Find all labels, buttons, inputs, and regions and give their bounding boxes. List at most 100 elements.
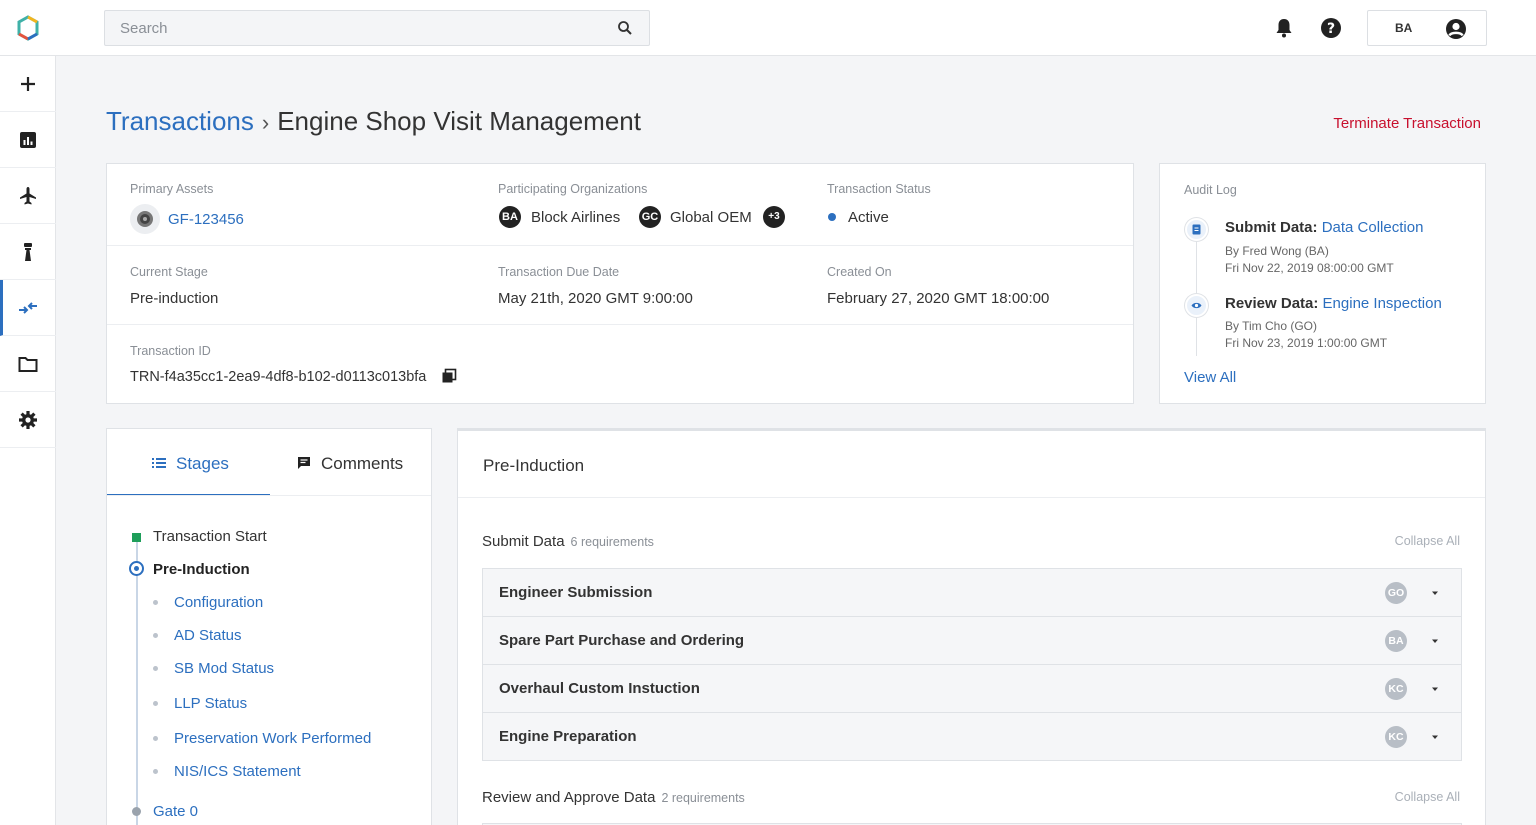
bell-icon[interactable] bbox=[1272, 16, 1296, 40]
audit-entry-link[interactable]: Engine Inspection bbox=[1323, 295, 1442, 312]
substage-item-configuration[interactable]: Configuration bbox=[174, 594, 263, 611]
substage-item-nis-ics-statement[interactable]: NIS/ICS Statement bbox=[174, 763, 301, 780]
transaction-summary-card: Primary Assets GF-123456 Participating O… bbox=[106, 163, 1134, 404]
tab-comments[interactable]: Comments bbox=[270, 429, 431, 496]
org-avatar: KC bbox=[1385, 678, 1407, 700]
stage-item-gate-0[interactable]: Gate 0 bbox=[153, 803, 198, 820]
audit-entry-link[interactable]: Data Collection bbox=[1322, 219, 1424, 236]
section-name: Review and Approve Data bbox=[482, 789, 656, 806]
submit-data-section-title: Submit Data 6 requirements bbox=[482, 533, 654, 550]
nav-tower[interactable] bbox=[0, 224, 56, 280]
tab-stages-label: Stages bbox=[176, 454, 229, 473]
chevron-down-icon[interactable] bbox=[1429, 731, 1441, 743]
created-on-value: February 27, 2020 GMT 18:00:00 bbox=[827, 290, 1050, 307]
help-icon[interactable]: ? bbox=[1319, 16, 1343, 40]
stage-item-transaction-start[interactable]: Transaction Start bbox=[153, 528, 267, 545]
stages-panel: Stages Comments Transaction Start Pre-In… bbox=[106, 428, 432, 825]
gear-icon bbox=[19, 411, 37, 429]
breadcrumb-separator: › bbox=[261, 110, 270, 135]
collapse-all-button[interactable]: Collapse All bbox=[1395, 534, 1460, 548]
airplane-icon bbox=[20, 187, 36, 205]
requirement-name: Overhaul Custom Instuction bbox=[499, 680, 700, 697]
participating-orgs-label: Participating Organizations bbox=[498, 182, 648, 196]
stage-complete-marker bbox=[132, 533, 141, 542]
chevron-down-icon[interactable] bbox=[1429, 683, 1441, 695]
collapse-all-button[interactable]: Collapse All bbox=[1395, 790, 1460, 804]
transaction-status-label: Transaction Status bbox=[827, 182, 931, 196]
org-badge: BA bbox=[499, 206, 521, 228]
view-all-link[interactable]: View All bbox=[1184, 369, 1236, 386]
more-orgs-badge[interactable]: +3 bbox=[763, 206, 785, 228]
requirement-row[interactable]: Overhaul Custom Instuction KC bbox=[482, 664, 1462, 713]
stage-pending-marker bbox=[132, 807, 141, 816]
section-name: Submit Data bbox=[482, 533, 565, 550]
audit-entry-title: Submit Data: Data Collection bbox=[1225, 219, 1423, 236]
nav-aircraft[interactable] bbox=[0, 168, 56, 224]
audit-entry-time: Fri Nov 22, 2019 08:00:00 GMT bbox=[1225, 261, 1394, 275]
requirement-name: Spare Part Purchase and Ordering bbox=[499, 632, 745, 649]
stage-item-pre-induction[interactable]: Pre-Induction bbox=[153, 561, 250, 578]
substage-dot bbox=[153, 736, 158, 741]
nav-transactions[interactable] bbox=[0, 280, 56, 336]
due-date-value: May 21th, 2020 GMT 9:00:00 bbox=[498, 290, 693, 307]
org-avatar: KC bbox=[1385, 726, 1407, 748]
audit-entry-title: Review Data: Engine Inspection bbox=[1225, 295, 1442, 312]
chevron-down-icon[interactable] bbox=[1429, 635, 1441, 647]
primary-assets-label: Primary Assets bbox=[130, 182, 214, 196]
tab-stages[interactable]: Stages bbox=[107, 429, 270, 496]
due-date-label: Transaction Due Date bbox=[498, 265, 620, 279]
terminate-transaction-link[interactable]: Terminate Transaction bbox=[1333, 115, 1481, 132]
requirement-row[interactable]: Engineer Submission GO bbox=[482, 568, 1462, 617]
copy-icon[interactable] bbox=[441, 368, 457, 384]
timeline-node bbox=[1185, 294, 1208, 317]
breadcrumb: Transactions › Engine Shop Visit Managemen… bbox=[106, 106, 641, 137]
substage-dot bbox=[153, 600, 158, 605]
nav-dashboard[interactable] bbox=[0, 112, 56, 168]
tab-divider bbox=[107, 495, 431, 496]
transactions-icon bbox=[19, 302, 37, 314]
user-initials: BA bbox=[1395, 21, 1413, 35]
substage-item-sb-mod-status[interactable]: SB Mod Status bbox=[174, 660, 274, 677]
search-icon[interactable] bbox=[617, 20, 633, 36]
transaction-id-value: TRN-f4a35cc1-2ea9-4df8-b102-d0113c013bfa bbox=[130, 369, 427, 385]
audit-entry-time: Fri Nov 23, 2019 1:00:00 GMT bbox=[1225, 336, 1388, 350]
org-name: Global OEM bbox=[670, 209, 752, 226]
transaction-id-label: Transaction ID bbox=[130, 344, 211, 358]
sidebar bbox=[0, 56, 56, 825]
engine-thumbnail bbox=[130, 204, 160, 234]
requirement-name: Engineer Submission bbox=[499, 584, 653, 601]
current-stage-label: Current Stage bbox=[130, 265, 208, 279]
user-avatar-icon bbox=[1446, 19, 1466, 39]
audit-entry-action: Review Data: bbox=[1225, 295, 1319, 312]
org-avatar: BA bbox=[1385, 630, 1407, 652]
tab-comments-label: Comments bbox=[321, 454, 404, 473]
substage-item-preservation-work[interactable]: Preservation Work Performed bbox=[174, 730, 371, 747]
audit-log-title: Audit Log bbox=[1184, 183, 1237, 197]
nav-documents[interactable] bbox=[0, 336, 56, 392]
org-name: Block Airlines bbox=[531, 209, 621, 226]
page-title: Engine Shop Visit Management bbox=[277, 106, 641, 136]
requirement-count: 2 requirements bbox=[661, 791, 745, 805]
chevron-down-icon[interactable] bbox=[1429, 587, 1441, 599]
substage-item-llp-status[interactable]: LLP Status bbox=[174, 695, 247, 712]
requirement-row[interactable]: Engine Preparation KC bbox=[482, 712, 1462, 761]
requirements-title: Pre-Induction bbox=[483, 456, 585, 475]
primary-asset-link[interactable]: GF-123456 bbox=[168, 211, 244, 228]
app-logo-icon[interactable] bbox=[14, 14, 42, 42]
comment-icon bbox=[298, 457, 310, 469]
nav-settings[interactable] bbox=[0, 392, 56, 448]
audit-entry-action: Submit Data: bbox=[1225, 219, 1318, 236]
nav-add[interactable] bbox=[0, 56, 56, 112]
tower-icon bbox=[24, 243, 32, 261]
substage-dot bbox=[153, 633, 158, 638]
requirements-panel: Pre-Induction Submit Data 6 requirements … bbox=[457, 428, 1486, 825]
breadcrumb-transactions-link[interactable]: Transactions bbox=[106, 106, 254, 136]
substage-item-ad-status[interactable]: AD Status bbox=[174, 627, 242, 644]
audit-entry-author: By Fred Wong (BA) bbox=[1225, 244, 1329, 258]
search-input[interactable] bbox=[105, 11, 605, 45]
user-menu[interactable]: BA bbox=[1367, 10, 1487, 46]
dashboard-icon bbox=[20, 132, 36, 148]
requirement-name: Engine Preparation bbox=[499, 728, 637, 745]
requirement-row[interactable]: Spare Part Purchase and Ordering BA bbox=[482, 616, 1462, 665]
requirements-header: Pre-Induction bbox=[458, 431, 1485, 498]
